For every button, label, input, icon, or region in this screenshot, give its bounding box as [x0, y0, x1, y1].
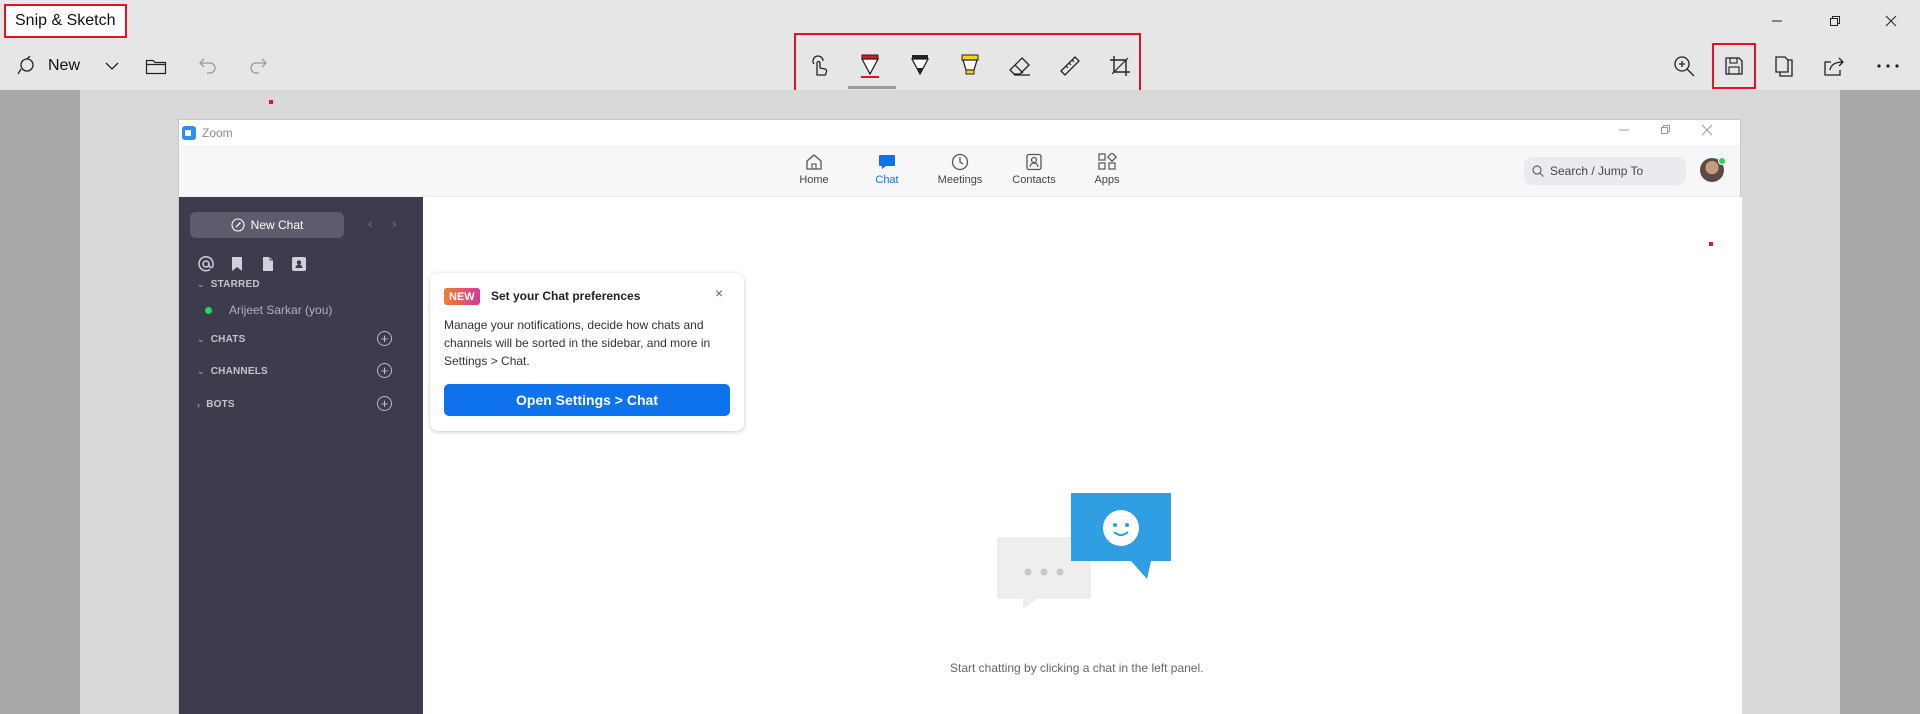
chevron-right-icon: › — [197, 399, 201, 410]
close-button[interactable] — [1862, 0, 1920, 42]
active-tool-indicator — [848, 86, 896, 89]
share-icon — [1824, 57, 1844, 76]
popover-body: Manage your notifications, decide how ch… — [444, 318, 711, 368]
new-snip-icon — [17, 56, 34, 75]
undo-icon — [199, 58, 216, 74]
section-channels-label: CHANNELS — [210, 366, 268, 377]
chevron-down-icon: ⌄ — [197, 279, 205, 289]
zoom-button[interactable] — [1668, 42, 1700, 90]
tools-group-highlight — [794, 33, 1141, 94]
section-channels[interactable]: ⌄ CHANNELS — [197, 366, 268, 377]
contact-card-icon[interactable] — [290, 255, 308, 273]
home-icon — [806, 154, 822, 170]
add-channel-button[interactable]: + — [377, 363, 392, 378]
more-icon — [1877, 64, 1899, 68]
redo-button[interactable] — [242, 42, 274, 90]
empty-state-text: Start chatting by clicking a chat in the… — [950, 661, 1204, 675]
contact-name: Arijeet Sarkar (you) — [229, 303, 333, 317]
close-icon — [1885, 15, 1897, 27]
new-dropdown-button[interactable] — [98, 42, 126, 90]
add-chat-button[interactable]: + — [377, 331, 392, 346]
section-starred-label: STARRED — [210, 279, 260, 290]
chat-icon — [879, 155, 895, 169]
save-highlight — [1712, 43, 1756, 89]
empty-chat-illustration-icon — [997, 493, 1171, 609]
minimize-icon — [1772, 20, 1782, 22]
compose-icon — [231, 218, 245, 232]
zoom-in-icon — [1674, 56, 1695, 77]
online-status-icon — [205, 306, 212, 314]
zoom-window-title: Zoom — [202, 125, 233, 140]
copy-icon — [1775, 56, 1793, 77]
new-label: New — [48, 57, 81, 74]
zoom-logo-icon — [182, 125, 196, 140]
restore-button[interactable] — [1806, 0, 1864, 42]
nav-chat-label: Chat — [875, 174, 899, 186]
nav-meetings-label: Meetings — [937, 174, 983, 186]
search-placeholder: Search / Jump To — [1550, 164, 1644, 178]
nav-contacts-label: Contacts — [1012, 174, 1056, 186]
annotation-dot — [269, 100, 273, 104]
minimize-button[interactable] — [1748, 0, 1806, 42]
section-bots[interactable]: › BOTS — [197, 399, 235, 410]
nav-apps[interactable]: Apps — [1077, 153, 1137, 186]
zoom-title-bar: Zoom — [179, 120, 1740, 145]
undo-button[interactable] — [192, 42, 224, 90]
zoom-nav-bar: Home Chat Meetings Contacts Apps Search … — [179, 145, 1740, 197]
new-snip-button[interactable]: New — [10, 42, 90, 90]
zoom-window: Zoom Home Chat Meetings Contacts Apps Se… — [178, 119, 1742, 714]
share-button[interactable] — [1818, 42, 1850, 90]
chevron-down-icon: ⌄ — [197, 366, 205, 376]
search-icon — [1532, 165, 1544, 177]
nav-chat[interactable]: Chat — [857, 153, 917, 186]
chevron-down-icon — [105, 62, 119, 70]
chat-preferences-popover: NEW Set your Chat preferences × Manage y… — [430, 273, 744, 431]
chevron-down-icon: ⌄ — [197, 334, 205, 344]
copy-button[interactable] — [1768, 42, 1800, 90]
bookmark-icon[interactable] — [228, 255, 246, 273]
section-bots-label: BOTS — [206, 399, 235, 410]
add-bot-button[interactable]: + — [377, 396, 392, 411]
redo-icon — [250, 58, 267, 74]
apps-icon — [1098, 153, 1117, 170]
sidebar-filter-icons — [197, 255, 308, 273]
more-button[interactable] — [1868, 42, 1908, 90]
section-chats-label: CHATS — [210, 334, 246, 345]
forward-arrow-icon[interactable]: › — [392, 216, 396, 231]
open-folder-icon — [145, 59, 167, 75]
section-starred[interactable]: ⌄ STARRED — [197, 279, 260, 290]
zoom-close-icon[interactable] — [1702, 124, 1712, 136]
app-title: Snip & Sketch — [4, 4, 127, 38]
chat-sidebar: New Chat ‹ › ⌄ STARRED Arijeet Sarkar (y… — [179, 197, 423, 714]
presence-indicator — [1718, 157, 1726, 165]
nav-meetings[interactable]: Meetings — [930, 153, 990, 186]
close-icon[interactable]: × — [715, 285, 723, 301]
nav-home[interactable]: Home — [784, 153, 844, 186]
zoom-restore-icon[interactable] — [1660, 124, 1670, 136]
search-input[interactable]: Search / Jump To — [1524, 157, 1686, 185]
new-badge: NEW — [444, 288, 480, 305]
clock-icon — [951, 153, 969, 171]
open-file-button[interactable] — [140, 42, 172, 90]
open-settings-button[interactable]: Open Settings > Chat — [444, 384, 730, 416]
starred-contact[interactable]: Arijeet Sarkar (you) — [205, 303, 332, 317]
nav-contacts[interactable]: Contacts — [1004, 153, 1064, 186]
restore-icon — [1830, 16, 1840, 26]
annotation-dot — [1709, 242, 1713, 246]
section-chats[interactable]: ⌄ CHATS — [197, 334, 245, 345]
file-icon[interactable] — [259, 255, 277, 273]
new-chat-button[interactable]: New Chat — [190, 212, 344, 238]
back-arrow-icon[interactable]: ‹ — [368, 216, 372, 231]
contacts-icon — [1026, 153, 1042, 171]
new-chat-label: New Chat — [250, 218, 304, 232]
zoom-minimize-icon[interactable] — [1619, 124, 1629, 136]
popover-title: Set your Chat preferences — [491, 289, 641, 303]
nav-apps-label: Apps — [1094, 174, 1120, 186]
mention-icon[interactable] — [197, 255, 215, 273]
nav-home-label: Home — [799, 174, 829, 186]
